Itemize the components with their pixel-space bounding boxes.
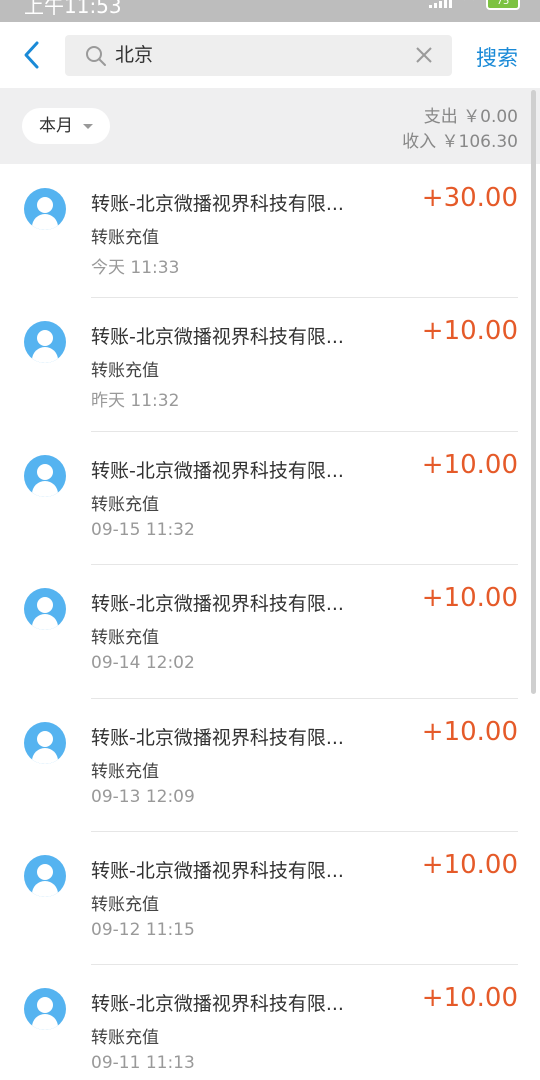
transaction-clock: 11:33	[130, 258, 180, 278]
avatar-icon	[24, 988, 66, 1031]
clear-icon[interactable]	[414, 45, 434, 65]
transaction-date: 昨天	[91, 391, 125, 412]
transaction-clock: 11:32	[130, 391, 180, 412]
summary-bar: 本月 支出 ￥0.00 收入 ￥106.30	[0, 88, 540, 164]
back-button[interactable]	[18, 38, 50, 72]
avatar-icon	[24, 321, 66, 364]
month-filter[interactable]: 本月	[22, 108, 110, 144]
transaction-time: 09-11 11:13	[91, 1053, 195, 1073]
transaction-clock: 12:02	[145, 653, 195, 674]
transaction-time: 09-12 11:15	[91, 920, 195, 940]
transaction-subtitle: 转账充值	[91, 228, 159, 248]
transaction-time: 09-15 11:32	[91, 520, 195, 540]
transaction-row[interactable]: 转账-北京微播视界科技有限... +10.00 转账充值 09-14 12:02	[0, 564, 540, 697]
transaction-date: 09-15	[91, 519, 141, 540]
expense-total: 支出 ￥0.00	[424, 102, 518, 127]
transaction-title: 转账-北京微播视界科技有限...	[91, 593, 344, 616]
transaction-subtitle: 转账充值	[91, 761, 159, 782]
search-button[interactable]: 搜索	[476, 42, 518, 72]
wifi-icon	[460, 0, 478, 8]
transaction-list: 转账-北京微播视界科技有限... +30.00 转账充值 今天 11:33 转账…	[0, 164, 540, 1080]
transaction-subtitle: 转账充值	[91, 1028, 159, 1049]
income-label: 收入	[402, 132, 437, 152]
transaction-date: 09-13	[91, 786, 141, 807]
transaction-title: 转账-北京微播视界科技有限...	[91, 993, 344, 1016]
transaction-title: 转账-北京微播视界科技有限...	[91, 859, 344, 882]
expense-label: 支出	[423, 107, 458, 127]
transaction-clock: 11:15	[145, 919, 195, 940]
transaction-subtitle: 转账充值	[91, 894, 159, 915]
transaction-title: 转账-北京微播视界科技有限...	[91, 726, 344, 749]
transaction-amount: +10.00	[421, 983, 518, 1014]
transaction-row[interactable]: 转账-北京微播视界科技有限... +10.00 转账充值 09-13 12:09	[0, 697, 540, 831]
transaction-date: 今天	[91, 258, 125, 278]
transaction-row[interactable]: 转账-北京微播视界科技有限... +10.00 转账充值 昨天 11:32	[0, 297, 540, 430]
transaction-row[interactable]: 转账-北京微播视界科技有限... +10.00 转账充值 09-15 11:32	[0, 430, 540, 564]
transaction-amount: +10.00	[421, 316, 518, 347]
transaction-time: 09-14 12:02	[91, 653, 195, 673]
transaction-time: 今天 11:33	[91, 253, 179, 278]
transaction-date: 09-14	[91, 653, 141, 674]
battery-icon: 75	[486, 0, 520, 10]
scrollbar[interactable]	[531, 90, 536, 694]
expense-value: ￥0.00	[463, 107, 518, 127]
transaction-clock: 11:32	[145, 519, 195, 540]
income-value: ￥106.30	[441, 132, 518, 152]
transaction-time: 昨天 11:32	[91, 386, 179, 411]
chevron-left-icon	[24, 41, 39, 69]
transaction-clock: 11:13	[145, 1053, 195, 1074]
transaction-title: 转账-北京微播视界科技有限...	[91, 459, 344, 482]
transaction-subtitle: 转账充值	[91, 628, 159, 649]
caret-down-icon	[83, 124, 93, 129]
avatar-icon	[24, 454, 66, 497]
transaction-row[interactable]: 转账-北京微播视界科技有限... +10.00 转账充值 09-11 11:13	[0, 964, 540, 1080]
status-time: 上午11:53	[24, 0, 122, 18]
search-icon	[86, 46, 106, 66]
transaction-subtitle: 转账充值	[91, 494, 159, 515]
signal-icon	[429, 0, 452, 8]
transaction-amount: +10.00	[421, 849, 518, 880]
transaction-clock: 12:09	[145, 786, 195, 807]
search-box[interactable]: 北京	[65, 35, 452, 76]
transaction-title: 转账-北京微播视界科技有限...	[91, 193, 344, 215]
search-input[interactable]: 北京	[115, 35, 395, 76]
transaction-amount: +10.00	[421, 583, 518, 614]
transaction-amount: +10.00	[421, 716, 518, 747]
transaction-time: 09-13 12:09	[91, 787, 195, 807]
avatar-icon	[24, 721, 66, 764]
month-filter-label: 本月	[39, 116, 73, 136]
transaction-amount: +30.00	[421, 183, 518, 213]
avatar-icon	[24, 588, 66, 631]
avatar-icon	[24, 188, 66, 230]
income-total: 收入 ￥106.30	[402, 127, 518, 152]
transaction-subtitle: 转账充值	[91, 361, 159, 382]
transaction-row[interactable]: 转账-北京微播视界科技有限... +10.00 转账充值 09-12 11:15	[0, 830, 540, 964]
transaction-row[interactable]: 转账-北京微播视界科技有限... +30.00 转账充值 今天 11:33	[0, 164, 540, 297]
status-icons: 75	[429, 0, 520, 10]
status-bar: 上午11:53 75	[0, 0, 540, 22]
transaction-date: 09-12	[91, 919, 141, 940]
transaction-amount: +10.00	[421, 449, 518, 480]
avatar-icon	[24, 854, 66, 897]
transaction-date: 09-11	[91, 1053, 141, 1074]
transaction-title: 转账-北京微播视界科技有限...	[91, 326, 344, 349]
search-bar: 北京 搜索	[0, 22, 540, 88]
